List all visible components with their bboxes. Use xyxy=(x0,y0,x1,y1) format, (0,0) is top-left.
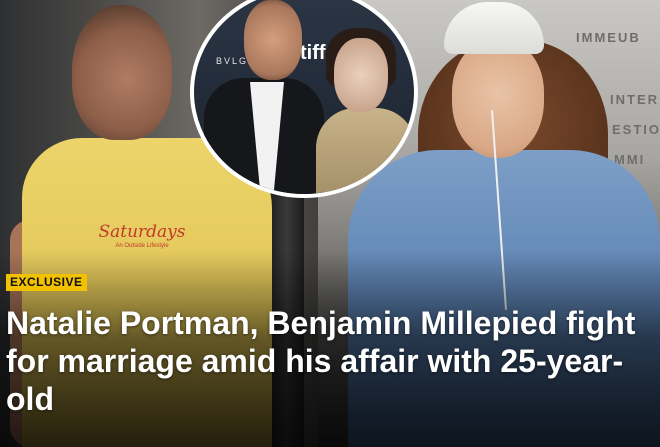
wall-sign-text: INTER xyxy=(610,92,659,107)
shirt-logo-subtext: An Outside Lifestyle xyxy=(115,243,169,249)
article-card[interactable]: IMMEUB INTER ESTIO MMI Saturdays An Outs… xyxy=(0,0,660,447)
man-head xyxy=(72,5,172,140)
woman-face xyxy=(452,40,544,158)
inset-woman-face xyxy=(334,38,388,112)
wall-sign-text: IMMEUB xyxy=(576,30,641,45)
article-headline[interactable]: Natalie Portman, Benjamin Millepied figh… xyxy=(6,304,646,418)
inset-photo-circle: BVLGARI tiff xyxy=(190,0,418,198)
inset-woman-dress xyxy=(316,108,414,194)
inset-logo-text: tiff xyxy=(300,42,326,64)
inset-man-face xyxy=(244,0,302,80)
shirt-logo-text: Saturdays xyxy=(98,222,186,242)
exclusive-badge: EXCLUSIVE xyxy=(6,274,87,291)
wall-sign-text: ESTIO xyxy=(612,122,660,137)
